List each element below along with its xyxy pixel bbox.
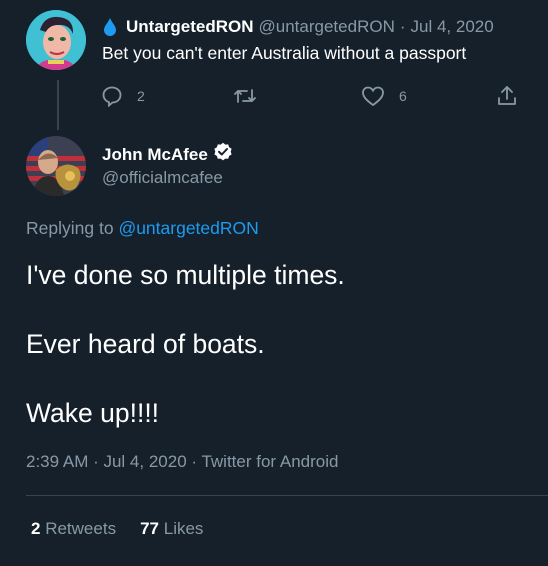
- likes-stat[interactable]: 77 Likes: [140, 519, 203, 539]
- replying-to: Replying to @untargetedRON: [26, 218, 259, 239]
- retweet-label: Retweets: [45, 519, 117, 538]
- like-count-main: 77: [140, 519, 159, 538]
- share-button[interactable]: [496, 83, 518, 109]
- reply-count: 2: [137, 88, 145, 104]
- parent-display-name[interactable]: UntargetedRON: [126, 17, 254, 37]
- tweet-body-line-3: Wake up!!!!: [26, 398, 160, 428]
- water-drop-icon: [103, 18, 117, 36]
- retweets-stat[interactable]: 2 Retweets: [31, 519, 116, 539]
- tweet-stats: 2 Retweets 77 Likes: [31, 519, 203, 539]
- parent-date[interactable]: Jul 4, 2020: [411, 17, 494, 37]
- retweet-icon: [233, 85, 257, 107]
- reply-button[interactable]: 2: [101, 83, 145, 109]
- retweet-button[interactable]: [233, 83, 257, 109]
- parent-handle[interactable]: @untargetedRON: [259, 17, 395, 37]
- verified-badge-icon: [213, 142, 233, 167]
- tweet-body-line-2: Ever heard of boats.: [26, 329, 265, 359]
- main-display-name-row: John McAfee: [102, 142, 233, 167]
- meta-separator: ·: [399, 17, 406, 36]
- reply-icon: [101, 85, 123, 107]
- parent-tweet-actions: 2 6: [0, 83, 548, 109]
- main-handle[interactable]: @officialmcafee: [102, 168, 223, 188]
- tweet-body-line-1: I've done so multiple times.: [26, 260, 345, 290]
- parent-avatar[interactable]: [26, 10, 86, 70]
- main-display-name[interactable]: John McAfee: [102, 145, 208, 165]
- replying-to-link[interactable]: @untargetedRON: [118, 218, 258, 238]
- like-count: 6: [399, 88, 407, 104]
- replying-prefix: Replying to: [26, 218, 114, 238]
- main-avatar[interactable]: [26, 136, 86, 196]
- tweet-thread: UntargetedRON @untargetedRON · Jul 4, 20…: [0, 0, 548, 566]
- share-icon: [496, 85, 518, 107]
- retweet-count: 2: [31, 519, 41, 538]
- stats-divider: [26, 495, 548, 496]
- parent-tweet-text: Bet you can't enter Australia without a …: [102, 43, 467, 63]
- like-label: Likes: [163, 519, 204, 538]
- tweet-timestamp[interactable]: 2:39 AM · Jul 4, 2020 · Twitter for Andr…: [26, 452, 338, 472]
- like-button[interactable]: 6: [361, 83, 407, 109]
- like-icon: [361, 85, 385, 107]
- parent-tweet-header: UntargetedRON @untargetedRON · Jul 4, 20…: [103, 15, 494, 39]
